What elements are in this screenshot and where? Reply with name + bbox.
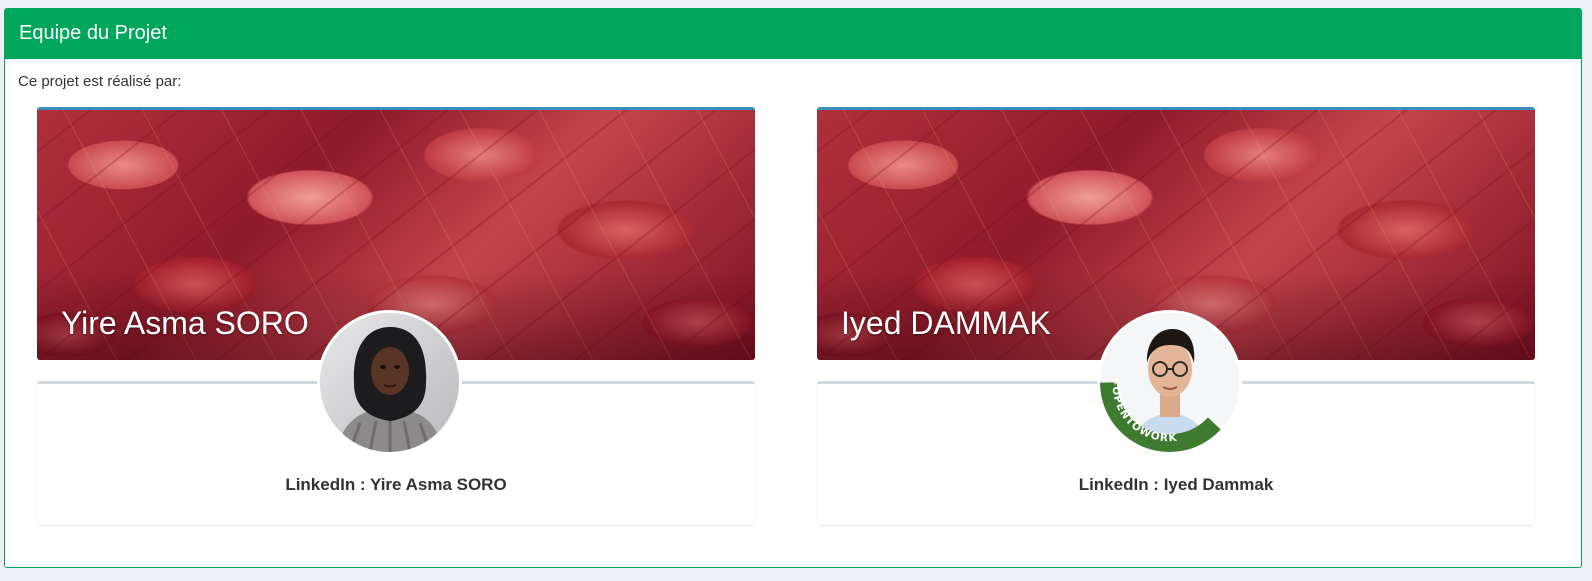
member-card-yire: Yire Asma SORO LinkedIn : Yire Asma SORO (37, 107, 755, 525)
member-name: Iyed DAMMAK (841, 305, 1051, 341)
member-name: Yire Asma SORO (61, 305, 309, 341)
intro-text: Ce projet est réalisé par: (18, 73, 182, 90)
member-card-iyed: Iyed DAMMAK LinkedIn : Iyed Dammak #OPEN… (817, 107, 1535, 525)
avatar (317, 310, 462, 455)
project-team-box: Equipe du Projet Ce projet est réalisé p… (4, 8, 1582, 568)
profile-photo-woman-hijab-icon (320, 313, 459, 452)
avatar: #OPENTOWORK (1097, 310, 1242, 455)
linkedin-link[interactable]: LinkedIn : Iyed Dammak (817, 475, 1535, 495)
profile-photo-man-glasses-icon: #OPENTOWORK (1100, 313, 1239, 452)
box-header: Equipe du Projet (5, 9, 1581, 59)
box-title: Equipe du Projet (19, 22, 167, 44)
linkedin-link[interactable]: LinkedIn : Yire Asma SORO (37, 475, 755, 495)
